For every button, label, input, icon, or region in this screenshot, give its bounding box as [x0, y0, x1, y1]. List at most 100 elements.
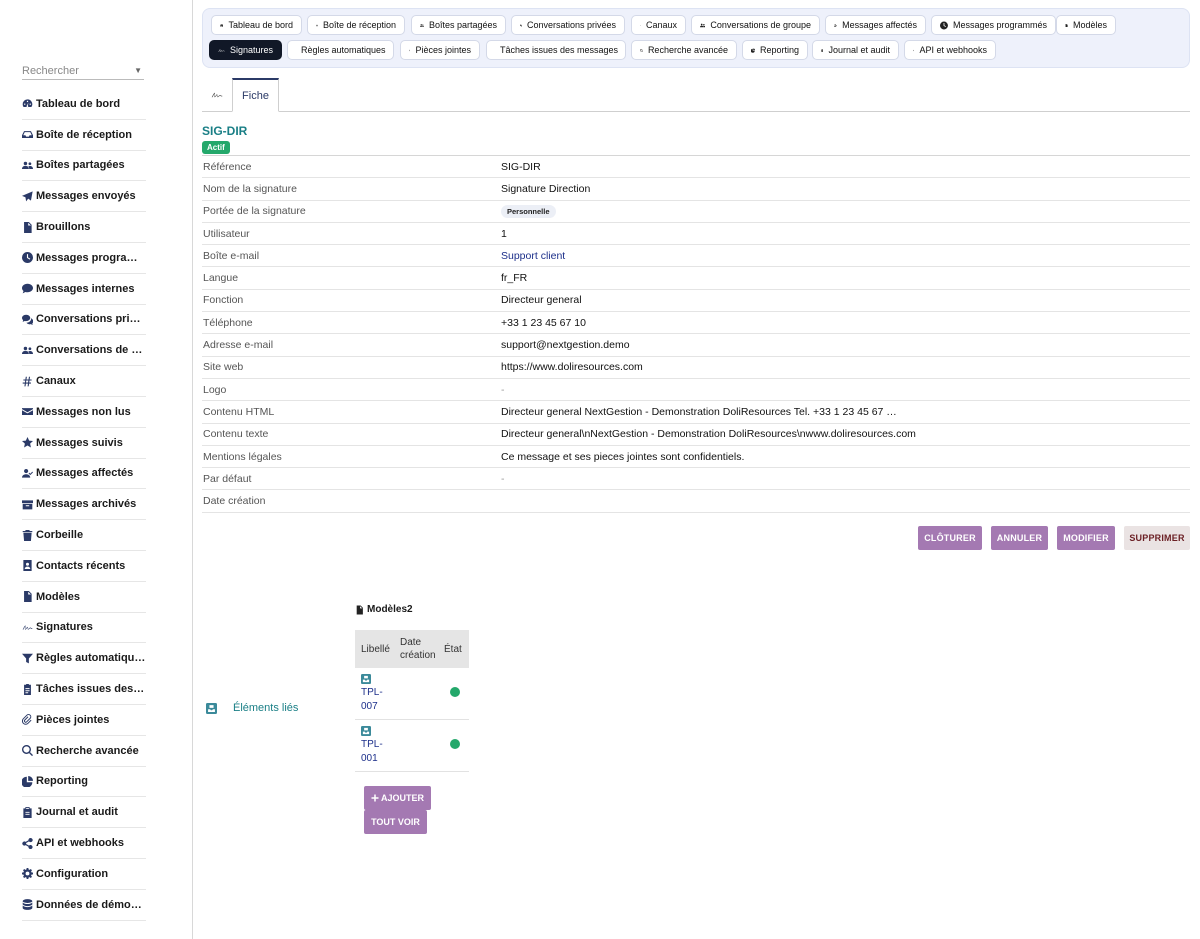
tab-journal-et-audit[interactable]: Journal et audit — [812, 40, 899, 60]
tab-label: Signatures — [229, 45, 273, 55]
tab-taches-issues-des-messages[interactable]: Tâches issues des messages — [486, 40, 626, 60]
tab-messages-affectes[interactable]: Messages affectés — [825, 15, 926, 35]
tab-signature-icon[interactable] — [202, 78, 232, 111]
sidebar-item-reporting[interactable]: Reporting — [22, 767, 146, 798]
sidebar-item-messages-internes[interactable]: Messages internes — [22, 274, 146, 305]
tab-boites-partagees[interactable]: Boîtes partagées — [411, 15, 506, 35]
tab-modeles[interactable]: Modèles — [1056, 15, 1116, 35]
sidebar-item-label: Conversations de groupe — [36, 344, 146, 357]
chart-pie-icon — [22, 776, 33, 787]
sidebar-item-label: Boîtes partagées — [36, 159, 125, 172]
tab-boite-de-reception[interactable]: Boîte de réception — [307, 15, 405, 35]
scope-badge: Personnelle — [501, 204, 556, 218]
model-link[interactable]: TPL- 007 — [361, 686, 383, 713]
field-row-mentions-legales: Mentions légales Ce message et ses pieces… — [202, 446, 1190, 469]
hashtag-icon — [640, 21, 641, 30]
sidebar-item-label: Journal et audit — [36, 806, 118, 819]
tab-reporting[interactable]: Reporting — [742, 40, 808, 60]
tab-signatures[interactable]: Signatures — [209, 40, 282, 60]
sidebar-item-label: Tableau de bord — [36, 97, 121, 110]
trash-icon — [22, 530, 33, 541]
field-row-contenu-texte: Contenu texte Directeur general\nNextGest… — [202, 424, 1190, 446]
field-row-site-web: Site web https://www.doliresources.com — [202, 357, 1190, 379]
linked-models-count: 2 — [407, 604, 413, 615]
sidebar-item-label: Boîte de réception — [36, 128, 132, 141]
sidebar-item-api-et-webhooks[interactable]: API et webhooks — [22, 828, 146, 859]
cancel-button[interactable]: ANNULER — [991, 526, 1048, 550]
sidebar-item-boites-partagees[interactable]: Boîtes partagées — [22, 151, 146, 182]
sidebar-item-donnees-de-demonstration[interactable]: Données de démonstration — [22, 890, 146, 921]
sidebar-item-modeles[interactable]: Modèles — [22, 582, 146, 613]
sidebar-search-select[interactable]: Rechercher ▼ — [22, 62, 144, 80]
sidebar-item-tableau-de-bord[interactable]: Tableau de bord — [22, 89, 146, 120]
tab-api-et-webhooks[interactable]: API et webhooks — [904, 40, 996, 60]
plus-icon — [371, 794, 379, 802]
tab-recherche-avancee[interactable]: Recherche avancée — [631, 40, 737, 60]
sidebar-item-brouillons[interactable]: Brouillons — [22, 212, 146, 243]
inbox-icon — [22, 129, 33, 140]
status-active-indicator — [450, 739, 460, 749]
table-row: TPL- 007 — [355, 668, 469, 720]
sidebar-item-pieces-jointes[interactable]: Pièces jointes — [22, 705, 146, 736]
tab-messages-programmes[interactable]: Messages programmés — [931, 15, 1056, 35]
sidebar-item-conversations-privees[interactable]: Conversations privées — [22, 305, 146, 336]
sidebar-item-boite-de-reception[interactable]: Boîte de réception — [22, 120, 146, 151]
sidebar-item-messages-programmes[interactable]: Messages programmés — [22, 243, 146, 274]
sidebar-item-regles-automatiques[interactable]: Règles automatiques — [22, 643, 146, 675]
delete-button[interactable]: SUPPRIMER — [1124, 526, 1190, 550]
field-label: Portée de la signature — [203, 205, 306, 218]
sidebar-item-corbeille[interactable]: Corbeille — [22, 520, 146, 551]
sidebar-item-recherche-avancee[interactable]: Recherche avancée — [22, 736, 146, 767]
linked-models-rows: TPL- 007 TPL- 001 — [355, 668, 469, 772]
sidebar-item-configuration[interactable]: Configuration — [22, 859, 146, 890]
field-value[interactable]: Support client — [501, 250, 1190, 262]
comments-icon — [520, 21, 522, 30]
record-subtabs: Fiche — [202, 78, 1190, 112]
tab-conversations-de-groupe[interactable]: Conversations de groupe — [691, 15, 820, 35]
sidebar-item-messages-archives[interactable]: Messages archivés — [22, 489, 146, 521]
search-icon — [640, 46, 643, 55]
edit-button[interactable]: MODIFIER — [1057, 526, 1115, 550]
chevron-down-icon: ▼ — [134, 66, 142, 75]
sidebar-item-canaux[interactable]: Canaux — [22, 366, 146, 397]
field-row-nom-de-la-signature: Nom de la signature Signature Direction — [202, 178, 1190, 201]
field-value: fr_FR — [501, 272, 528, 285]
field-value: 1 — [501, 227, 507, 240]
tab-label: Canaux — [645, 20, 677, 30]
sidebar-item-messages-envoyes[interactable]: Messages envoyés — [22, 181, 146, 213]
field-value: +33 1 23 45 67 10 — [501, 316, 586, 329]
field-row-par-defaut: Par défaut - — [202, 468, 1190, 491]
tab-tableau-de-bord[interactable]: Tableau de bord — [211, 15, 302, 35]
tab-fiche[interactable]: Fiche — [232, 78, 279, 112]
sidebar-item-label: Contacts récents — [36, 559, 126, 572]
linked-elements-label: Éléments liés — [233, 702, 299, 714]
field-label: Par défaut — [203, 472, 252, 485]
tab-regles-automatiques[interactable]: Règles automatiques — [287, 40, 394, 60]
tab-canaux[interactable]: Canaux — [631, 15, 686, 35]
model-link[interactable]: TPL- 001 — [361, 738, 383, 765]
file-icon — [22, 222, 33, 233]
field-label: Langue — [203, 272, 239, 285]
sidebar-item-signatures[interactable]: Signatures — [22, 613, 146, 644]
close-button[interactable]: CLÔTURER — [918, 526, 982, 550]
sidebar-item-conversations-de-groupe[interactable]: Conversations de groupe — [22, 335, 146, 367]
sidebar-item-journal-et-audit[interactable]: Journal et audit — [22, 797, 146, 829]
sidebar-item-messages-non-lus[interactable]: Messages non lus — [22, 397, 146, 428]
view-all-button[interactable]: TOUT VOIR — [364, 810, 427, 834]
users-icon — [420, 21, 424, 30]
field-label: Fonction — [203, 294, 244, 307]
user-check-icon — [834, 21, 837, 30]
sidebar-item-messages-suivis[interactable]: Messages suivis — [22, 428, 146, 459]
sidebar-item-messages-affectes[interactable]: Messages affectés — [22, 459, 146, 490]
sidebar-item-contacts-recents[interactable]: Contacts récents — [22, 551, 146, 582]
field-value: Ce message et ses pieces jointes sont co… — [501, 450, 745, 463]
tab-label: Tableau de bord — [228, 20, 293, 30]
tab-conversations-privees[interactable]: Conversations privées — [511, 15, 625, 35]
tab-pieces-jointes[interactable]: Pièces jointes — [400, 40, 480, 60]
sidebar-item-taches-issues-des-messages[interactable]: Tâches issues des messages — [22, 674, 146, 705]
tab-label: Conversations de groupe — [710, 20, 811, 30]
status-active-indicator — [450, 687, 460, 697]
star-icon — [22, 437, 33, 448]
tab-label: Conversations privées — [526, 20, 616, 30]
add-linked-button[interactable]: AJOUTER — [364, 786, 431, 810]
